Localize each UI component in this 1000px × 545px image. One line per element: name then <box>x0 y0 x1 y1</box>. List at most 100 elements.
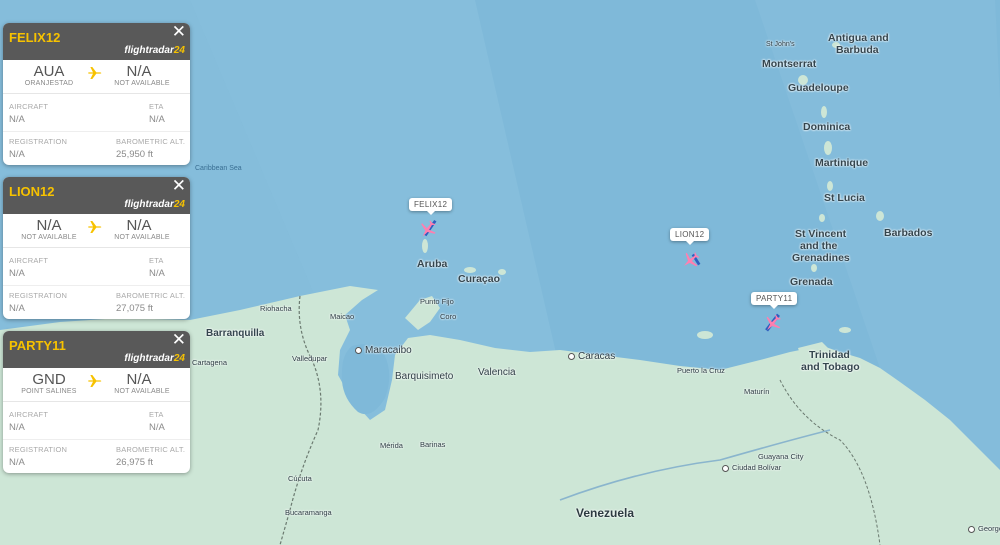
sea-label: Caribbean Sea <box>195 165 242 172</box>
aircraft-tag-felix12[interactable]: FELIX12 <box>409 198 453 215</box>
city-dot-icon <box>355 346 362 354</box>
city-label: Riohacha <box>260 304 292 313</box>
close-icon[interactable]: ✕ <box>172 177 186 194</box>
brand-accent: 24 <box>173 45 185 56</box>
city-label: Maicao <box>330 312 355 321</box>
eta-value: N/A <box>149 114 165 125</box>
origin-name: ORANJESTAD <box>24 80 74 87</box>
flight-card-felix12[interactable]: FELIX12 ✕ flightradar24 AUA ORANJESTAD N… <box>3 23 190 165</box>
island-label: St Vincent <box>795 228 847 240</box>
aircraft-marker-icon[interactable] <box>762 312 784 334</box>
city-name: Caracas <box>578 351 616 362</box>
close-icon[interactable]: ✕ <box>172 331 186 348</box>
aircraft-label: AIRCRAFT <box>9 410 49 419</box>
flight-card-party11[interactable]: PARTY11 ✕ flightradar24 GND POINT SALINE… <box>3 331 190 473</box>
route-row: GND POINT SALINES N/A NOT AVAILABLE <box>3 368 190 402</box>
destination-name: NOT AVAILABLE <box>114 388 170 395</box>
flightradar24-logo: flightradar24 <box>124 199 185 210</box>
country-label: Venezuela <box>576 506 635 520</box>
island-label: Martinique <box>815 157 869 169</box>
island-label: Curaçao <box>458 273 501 285</box>
card-header: PARTY11 ✕ flightradar24 <box>3 331 190 368</box>
aircraft-label: AIRCRAFT <box>9 256 49 265</box>
city-label: Valledupar <box>292 354 328 363</box>
destination-name: NOT AVAILABLE <box>114 80 170 87</box>
city-label: Valencia <box>478 367 516 378</box>
brand-text: flightradar <box>124 353 174 364</box>
aircraft-label: AIRCRAFT <box>9 102 49 111</box>
route-row: AUA ORANJESTAD N/A NOT AVAILABLE <box>3 60 190 94</box>
aircraft-marker-icon[interactable] <box>417 218 439 240</box>
island-label: Montserrat <box>762 58 817 70</box>
city-label: Barranquilla <box>206 328 265 339</box>
brand-accent: 24 <box>173 353 185 364</box>
eta-value: N/A <box>149 422 165 433</box>
island-label: Antigua and <box>828 32 889 44</box>
origin-code: AUA <box>33 63 65 80</box>
city-label: Punto Fijo <box>420 297 454 306</box>
registration-value: N/A <box>9 303 25 314</box>
island-label: Aruba <box>417 258 448 270</box>
flightradar24-logo: flightradar24 <box>124 45 185 56</box>
island-label: Grenadines <box>792 252 850 264</box>
aircraft-value: N/A <box>9 268 25 279</box>
aircraft-tag-party11[interactable]: PARTY11 <box>751 292 798 309</box>
destination-code: N/A <box>126 217 152 234</box>
destination-code: N/A <box>126 63 152 80</box>
city-label: Mérida <box>380 441 403 450</box>
divider <box>3 131 190 132</box>
aircraft-value: N/A <box>9 422 25 433</box>
eta-value: N/A <box>149 268 165 279</box>
city-label: Cúcuta <box>288 474 312 483</box>
city-label: Ciudad Bolívar <box>722 463 781 472</box>
route-row: N/A NOT AVAILABLE N/A NOT AVAILABLE <box>3 214 190 248</box>
island-label: Trinidad <box>809 349 850 361</box>
city-label: Maturín <box>744 387 770 396</box>
island-label: Grenada <box>790 276 833 288</box>
eta-label: ETA <box>149 102 164 111</box>
island-label: Barbados <box>884 227 933 239</box>
city-label: Guayana City <box>758 452 804 461</box>
card-callsign: LION12 <box>9 184 55 199</box>
altitude-label: BAROMETRIC ALT. <box>116 137 186 146</box>
city-label: Cartagena <box>192 358 228 367</box>
registration-label: REGISTRATION <box>9 137 68 146</box>
city-label: Barinas <box>420 440 446 449</box>
island-label: Guadeloupe <box>788 82 849 94</box>
brand-accent: 24 <box>173 199 185 210</box>
altitude-label: BAROMETRIC ALT. <box>116 445 186 454</box>
card-callsign: PARTY11 <box>9 338 66 353</box>
city-label: Puerto la Cruz <box>677 366 725 375</box>
aircraft-value: N/A <box>9 114 25 125</box>
brand-text: flightradar <box>124 199 174 210</box>
flight-card-lion12[interactable]: LION12 ✕ flightradar24 N/A NOT AVAILABLE… <box>3 177 190 319</box>
aircraft-tag-lion12[interactable]: LION12 <box>670 228 710 245</box>
eta-label: ETA <box>149 410 164 419</box>
registration-label: REGISTRATION <box>9 291 68 300</box>
card-header: FELIX12 ✕ flightradar24 <box>3 23 190 60</box>
city-name: Georgetown <box>978 524 1000 533</box>
city-name: Ciudad Bolívar <box>732 463 782 472</box>
city-dot-icon <box>568 352 575 360</box>
registration-label: REGISTRATION <box>9 445 68 454</box>
card-callsign: FELIX12 <box>9 30 61 45</box>
altitude-value: 25,950 ft <box>116 149 153 160</box>
altitude-value: 27,075 ft <box>116 303 153 314</box>
city-label: St John's <box>766 41 795 48</box>
city-label: Barquisimeto <box>395 371 454 382</box>
divider <box>3 439 190 440</box>
city-label: Maracaibo <box>355 345 412 356</box>
island-label: Barbuda <box>836 44 879 56</box>
origin-name: POINT SALINES <box>21 388 77 395</box>
origin-name: NOT AVAILABLE <box>21 234 77 241</box>
origin-code: GND <box>32 371 66 388</box>
close-icon[interactable]: ✕ <box>172 23 186 40</box>
registration-value: N/A <box>9 457 25 468</box>
altitude-value: 26,975 ft <box>116 457 153 468</box>
city-dot-icon <box>968 525 975 533</box>
city-label: Georgetown <box>968 524 1000 533</box>
island-label: St Lucia <box>824 192 865 204</box>
card-header: LION12 ✕ flightradar24 <box>3 177 190 214</box>
aircraft-marker-icon[interactable] <box>680 249 702 271</box>
origin-code: N/A <box>36 217 62 234</box>
